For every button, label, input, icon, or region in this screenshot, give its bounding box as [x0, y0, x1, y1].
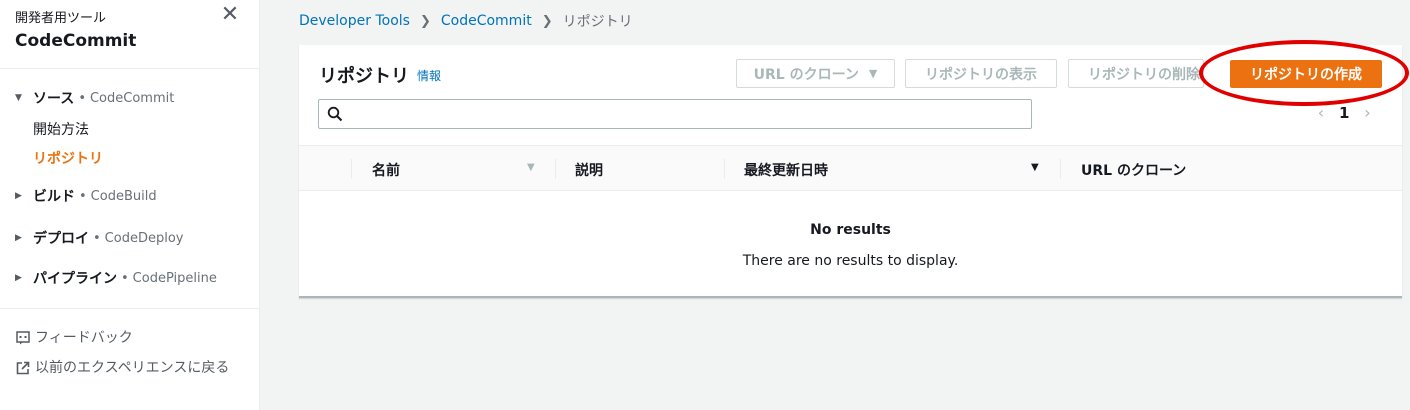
sort-icon[interactable]: ▼: [527, 162, 535, 173]
section-service: CodeDeploy: [104, 230, 184, 246]
chevron-right-icon: ❯: [541, 13, 553, 29]
delete-repository-button[interactable]: リポジトリの削除: [1068, 59, 1204, 88]
page-title: リポジトリ: [319, 66, 409, 87]
column-divider: [1060, 159, 1061, 179]
sidebar-section-source[interactable]: ▼ ソース • CodeCommit: [15, 88, 174, 108]
repositories-panel: リポジトリ 情報 URL のクローン ▼ リポジトリの表示 リポジトリの削除 リ…: [299, 45, 1402, 298]
section-bullet: •: [79, 188, 87, 204]
empty-state-message: There are no results to display.: [742, 253, 959, 269]
search-icon: [327, 106, 343, 122]
breadcrumb: Developer Tools ❯ CodeCommit ❯ リポジトリ: [299, 11, 633, 31]
table-header: 名前 ▼ 説明 最終更新日時 ▼ URL のクローン: [299, 145, 1402, 191]
column-divider: [351, 159, 352, 179]
section-bullet: •: [93, 230, 101, 246]
sidebar-divider: [0, 68, 259, 69]
section-service: CodePipeline: [132, 270, 217, 286]
sort-icon[interactable]: ▼: [1031, 162, 1039, 173]
sidebar-section-pipeline[interactable]: ▶ パイプライン • CodePipeline: [15, 268, 217, 288]
section-bullet: •: [78, 90, 86, 106]
search-input[interactable]: [349, 102, 1024, 126]
section-service: CodeCommit: [89, 90, 175, 106]
breadcrumb-current: リポジトリ: [562, 14, 633, 30]
section-bullet: •: [121, 270, 129, 286]
feedback-icon: [16, 331, 30, 345]
search-field[interactable]: [318, 99, 1032, 129]
page-number[interactable]: 1: [1339, 104, 1349, 122]
caret-right-icon: ▶: [15, 233, 22, 243]
column-header-clone-url[interactable]: URL のクローン: [1081, 160, 1186, 180]
caret-down-icon: ▼: [868, 67, 878, 80]
feedback-label: フィードバック: [35, 330, 133, 346]
pagination: ‹ 1 ›: [1311, 103, 1377, 122]
view-repository-button[interactable]: リポジトリの表示: [905, 59, 1057, 88]
sidebar-section-deploy[interactable]: ▶ デプロイ • CodeDeploy: [15, 228, 183, 248]
sidebar-header: 開発者用ツール CodeCommit: [15, 7, 136, 51]
sidebar-divider: [0, 308, 259, 309]
sidebar-feedback[interactable]: フィードバック: [14, 329, 244, 348]
caret-down-icon: ▼: [15, 93, 22, 103]
section-service: CodeBuild: [90, 188, 157, 204]
caret-right-icon: ▶: [15, 273, 22, 283]
column-header-description[interactable]: 説明: [575, 160, 603, 180]
column-divider: [724, 159, 725, 179]
side-navigation: 開発者用ツール CodeCommit ✕ ▼ ソース • CodeCommit …: [0, 0, 260, 410]
sidebar-item-getting-started[interactable]: 開始方法: [33, 119, 89, 139]
section-name: パイプライン: [33, 271, 117, 287]
info-link[interactable]: 情報: [417, 67, 441, 84]
clone-url-button[interactable]: URL のクローン ▼: [736, 59, 895, 88]
column-header-last-modified[interactable]: 最終更新日時: [744, 160, 828, 180]
previous-experience-label: 以前のエクスペリエンスに戻る: [35, 360, 230, 376]
create-repository-button[interactable]: リポジトリの作成: [1230, 60, 1382, 88]
chevron-left-icon[interactable]: ‹: [1311, 103, 1331, 122]
breadcrumb-codecommit[interactable]: CodeCommit: [441, 13, 532, 29]
chevron-right-icon: ❯: [419, 13, 431, 29]
sidebar-previous-experience[interactable]: 以前のエクスペリエンスに戻る: [14, 359, 244, 378]
sidebar-item-repositories[interactable]: リポジトリ: [33, 148, 103, 168]
column-divider: [555, 159, 556, 179]
close-icon[interactable]: ✕: [218, 4, 242, 28]
external-link-icon: [16, 361, 30, 375]
sidebar-section-build[interactable]: ▶ ビルド • CodeBuild: [15, 186, 157, 206]
chevron-right-icon[interactable]: ›: [1357, 103, 1377, 122]
caret-right-icon: ▶: [15, 191, 22, 201]
sidebar-title[interactable]: CodeCommit: [15, 31, 136, 51]
sidebar-service-label: 開発者用ツール: [15, 11, 107, 26]
column-header-name[interactable]: 名前: [372, 160, 400, 180]
section-name: ソース: [33, 91, 75, 107]
breadcrumb-developer-tools[interactable]: Developer Tools: [299, 13, 410, 29]
section-name: ビルド: [33, 189, 75, 205]
clone-url-label: URL のクローン: [753, 66, 859, 83]
empty-state-title: No results: [810, 222, 891, 238]
section-name: デプロイ: [33, 231, 89, 247]
